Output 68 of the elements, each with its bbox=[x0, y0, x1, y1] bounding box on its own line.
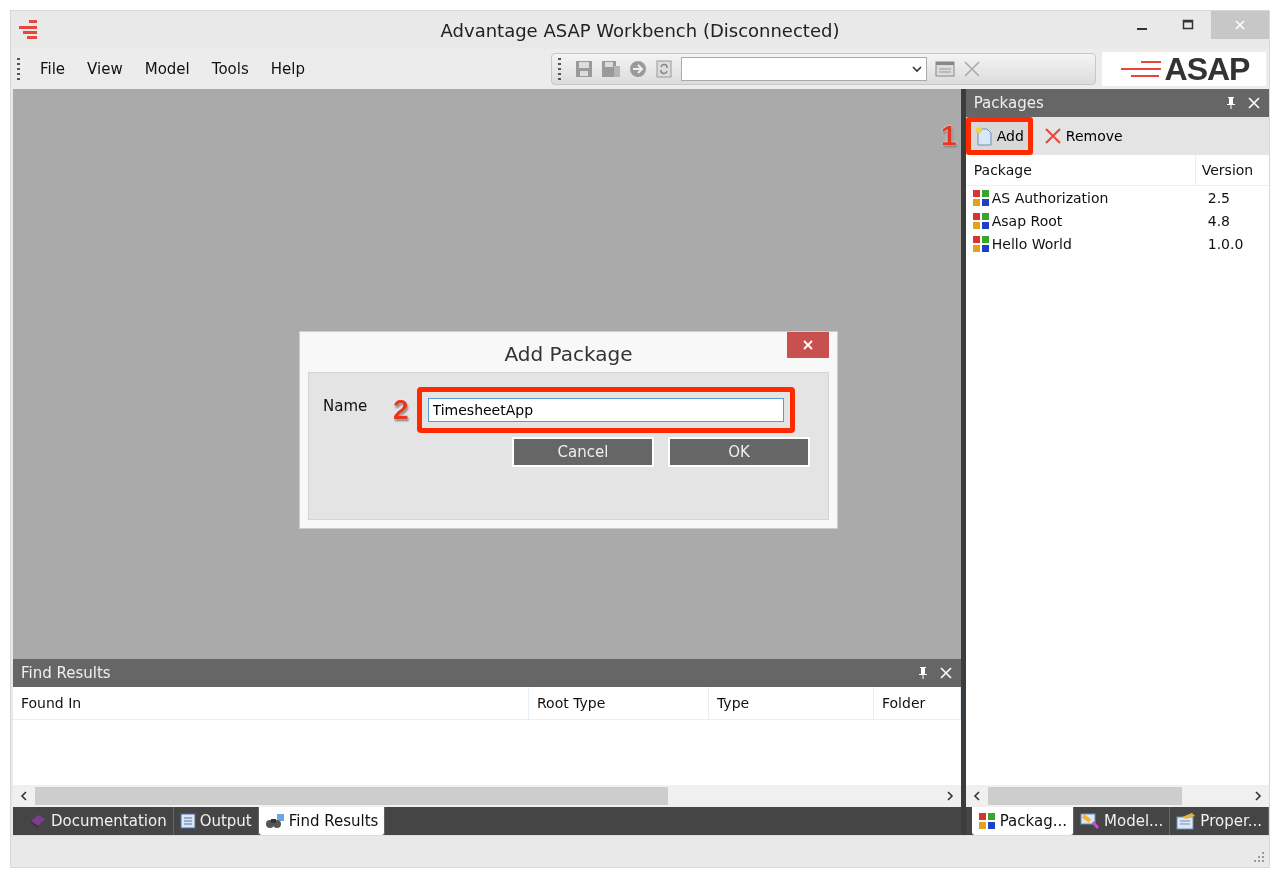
package-icon bbox=[977, 812, 996, 830]
callout-number: 1 bbox=[939, 119, 958, 153]
scroll-left-icon[interactable] bbox=[971, 790, 982, 802]
menu-item[interactable]: Help bbox=[262, 58, 313, 80]
name-input[interactable]: TimesheetApp bbox=[427, 398, 784, 422]
column-header[interactable]: Type bbox=[709, 687, 874, 719]
minimize-icon bbox=[1137, 28, 1147, 30]
column-header[interactable]: Root Type bbox=[529, 687, 709, 719]
book-icon bbox=[29, 813, 47, 829]
close-button[interactable] bbox=[787, 332, 829, 358]
combo-box[interactable] bbox=[681, 57, 927, 81]
asap-logo: ASAP bbox=[1102, 52, 1266, 86]
package-name[interactable]: Hello World bbox=[991, 235, 1206, 252]
menu-item[interactable]: File bbox=[32, 58, 74, 80]
column-header[interactable]: Package bbox=[965, 155, 1196, 185]
list-icon bbox=[179, 813, 196, 829]
horizontal-scrollbar[interactable] bbox=[965, 785, 1269, 807]
dialog-button[interactable]: OK bbox=[668, 437, 810, 467]
arrow-circle-icon[interactable] bbox=[629, 60, 647, 78]
column-header[interactable]: Found In bbox=[13, 687, 529, 719]
menu-item[interactable]: Model bbox=[136, 58, 198, 80]
menu-item[interactable]: View bbox=[79, 58, 131, 80]
scroll-right-icon[interactable] bbox=[944, 790, 955, 802]
package-name[interactable]: Asap Root bbox=[991, 212, 1206, 229]
window-title: Advantage ASAP Workbench (Disconnected) bbox=[440, 19, 840, 41]
package-name[interactable]: AS Authorization bbox=[991, 189, 1206, 206]
menu-item[interactable]: Tools bbox=[203, 58, 257, 80]
package-icon bbox=[971, 234, 990, 253]
close-icon bbox=[802, 339, 814, 351]
scroll-right-icon[interactable] bbox=[1253, 790, 1263, 802]
package-version: 1.0.0 bbox=[1207, 235, 1244, 252]
pin-icon[interactable] bbox=[1225, 96, 1237, 110]
panel-tab[interactable]: Proper... bbox=[1170, 807, 1269, 835]
panel-tab[interactable]: Model... bbox=[1074, 807, 1171, 835]
package-version: 2.5 bbox=[1207, 189, 1230, 206]
toolbar-button[interactable]: Add bbox=[965, 117, 1033, 155]
close-icon bbox=[1234, 19, 1246, 31]
column-header[interactable]: Folder bbox=[874, 687, 961, 719]
name-label: Name bbox=[323, 397, 369, 415]
grip-icon bbox=[558, 58, 561, 80]
resize-grip-icon[interactable] bbox=[1253, 851, 1265, 863]
panel-tab[interactable]: Find Results bbox=[258, 807, 386, 835]
close-icon bbox=[1043, 127, 1062, 145]
scroll-left-icon[interactable] bbox=[19, 790, 29, 802]
panel-title: Find Results bbox=[21, 664, 111, 682]
properties-icon bbox=[1176, 812, 1197, 830]
dialog-title: Add Package bbox=[504, 342, 633, 366]
horizontal-scrollbar[interactable] bbox=[13, 785, 961, 807]
package-version: 4.8 bbox=[1207, 212, 1230, 229]
panel-tab[interactable]: Output bbox=[173, 807, 259, 835]
dialog-button[interactable]: Cancel bbox=[512, 437, 654, 467]
new-page-icon bbox=[974, 126, 993, 146]
model-icon bbox=[1080, 812, 1100, 830]
binoculars-icon bbox=[264, 813, 285, 829]
package-icon bbox=[971, 188, 990, 207]
grip-icon bbox=[17, 58, 20, 80]
package-icon bbox=[971, 211, 990, 230]
panel-tab[interactable]: Documentation bbox=[23, 807, 174, 835]
save-all-icon[interactable] bbox=[601, 60, 621, 78]
panel-tab[interactable]: Packag... bbox=[971, 807, 1074, 835]
callout-number: 2 bbox=[393, 394, 409, 426]
maximize-icon bbox=[1182, 19, 1194, 31]
save-icon[interactable] bbox=[575, 60, 593, 78]
panel-title: Packages bbox=[973, 94, 1044, 112]
pin-icon[interactable] bbox=[916, 666, 929, 680]
column-header[interactable]: Version bbox=[1195, 162, 1254, 178]
refresh-icon[interactable] bbox=[655, 60, 673, 78]
form-icon[interactable] bbox=[935, 60, 955, 78]
